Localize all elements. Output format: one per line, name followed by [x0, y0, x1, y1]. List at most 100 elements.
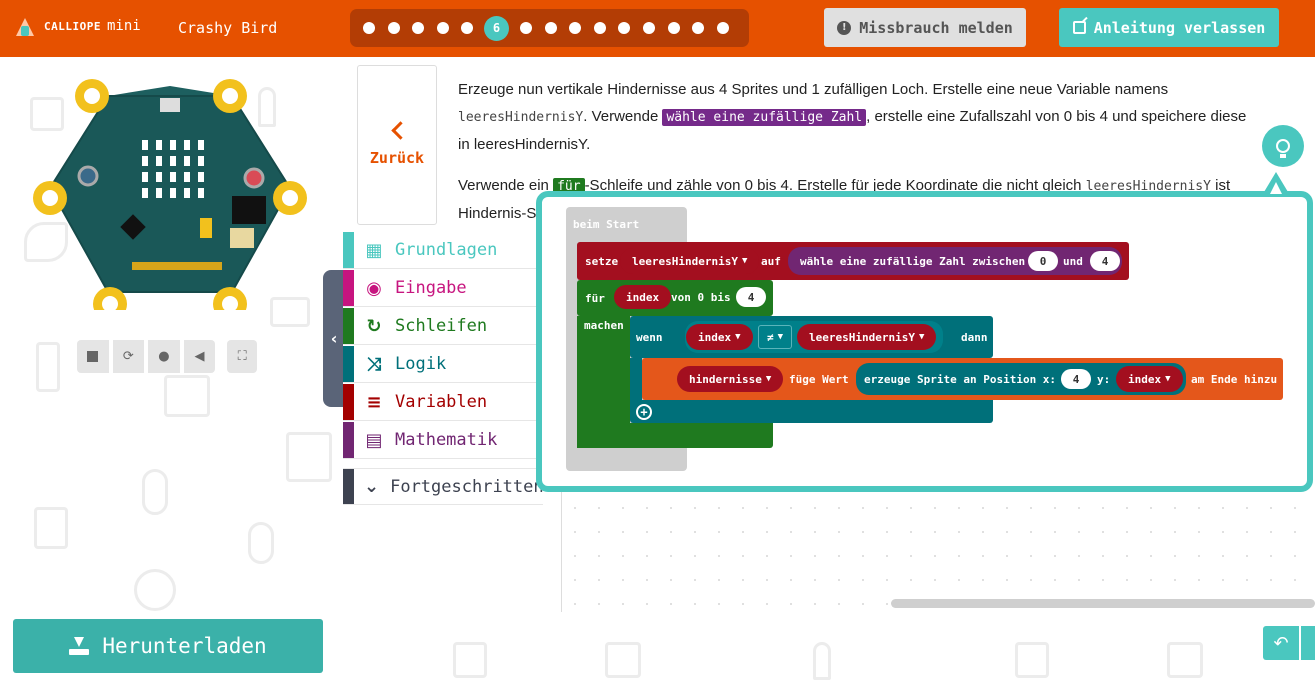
collapse-simulator-button[interactable]: ‹ — [323, 270, 345, 407]
if-side — [630, 358, 642, 400]
step-dot[interactable] — [667, 22, 680, 34]
random-min-input[interactable]: 0 — [1028, 251, 1058, 271]
speaker-icon: ◀ — [194, 349, 205, 364]
variable-dropdown[interactable]: leeresHindernisY ▼ — [620, 248, 760, 274]
fullscreen-button[interactable]: ⛶ — [227, 340, 258, 373]
hint-pointer-inner — [1270, 182, 1282, 194]
step-dot[interactable] — [544, 22, 557, 34]
loop-icon: ↻ — [366, 315, 382, 337]
hint-button[interactable] — [1262, 125, 1304, 167]
text-run: Verwende ein — [458, 177, 554, 194]
current-step-dot[interactable]: 6 — [483, 15, 509, 41]
variable-name: index — [1128, 372, 1162, 386]
report-abuse-button[interactable]: ! Missbrauch melden — [824, 8, 1026, 47]
snail-icon: ● — [158, 349, 170, 364]
index-variable[interactable]: index — [614, 285, 672, 309]
category-color-bar — [343, 232, 354, 268]
exit-tutorial-button[interactable]: Anleitung verlassen — [1059, 8, 1279, 47]
slow-motion-button[interactable]: ● — [148, 340, 180, 373]
battery-icon — [286, 432, 332, 482]
gear-icon — [134, 569, 176, 611]
index-dropdown[interactable]: index ▼ — [686, 324, 753, 350]
step-dot[interactable] — [363, 22, 375, 34]
step-dot[interactable] — [461, 22, 474, 34]
step-dot[interactable] — [642, 22, 655, 34]
index-dropdown[interactable]: index ▼ — [1116, 366, 1183, 392]
step-dot[interactable] — [716, 22, 729, 34]
workspace-scrollbar[interactable] — [891, 599, 1315, 608]
tutorial-step-indicator: 6 — [350, 9, 749, 47]
download-icon — [69, 637, 90, 655]
operator-symbol: ≠ — [766, 330, 774, 344]
calliope-board-simulator[interactable] — [32, 78, 308, 321]
step-dot[interactable] — [692, 22, 705, 34]
category-label: Grundlagen — [395, 240, 498, 260]
bottom-background — [343, 612, 1315, 681]
chip-icon — [605, 642, 641, 678]
block-label: wenn — [636, 330, 663, 344]
category-color-bar — [343, 346, 354, 382]
operator-dropdown[interactable]: ≠ ▼ — [758, 325, 792, 349]
category-label: Variablen — [395, 392, 488, 412]
from-to-label: von 0 bis — [671, 291, 731, 304]
external-link-icon — [1072, 21, 1086, 34]
back-button[interactable]: Zurück — [357, 65, 437, 225]
restart-button[interactable]: ⟳ — [112, 340, 145, 373]
brand-logo[interactable]: CALLIOPE mini — [14, 14, 141, 38]
for-max-input[interactable]: 4 — [736, 287, 766, 307]
download-button[interactable]: Herunterladen — [13, 619, 323, 673]
stop-button[interactable] — [77, 340, 109, 373]
category-variables[interactable]: ≡ Variablen — [343, 384, 543, 421]
list-icon — [1015, 642, 1049, 678]
step-dot[interactable] — [519, 22, 532, 34]
refresh-icon: ⟳ — [122, 349, 134, 364]
variable-name: leeresHindernisY — [809, 330, 915, 344]
step-dot[interactable] — [412, 22, 425, 34]
redo-button[interactable] — [1301, 626, 1315, 660]
instruction-paragraph: Erzeuge nun vertikale Hindernisse aus 4 … — [458, 76, 1258, 158]
led-icon — [813, 642, 831, 680]
calliope-logo-icon — [14, 14, 36, 38]
block-label: für — [585, 291, 605, 305]
plus-icon[interactable]: + — [636, 403, 652, 420]
chip-icon — [1167, 642, 1203, 678]
project-name: Crashy Bird — [178, 19, 278, 37]
mute-button[interactable]: ◀ — [183, 340, 216, 373]
then-label: dann — [961, 331, 988, 344]
caret-down-icon: ▼ — [741, 256, 748, 266]
block-label: erzeuge Sprite an Position x: — [864, 372, 1057, 386]
inline-code: leeresHindernisY — [458, 110, 584, 125]
step-dot[interactable] — [593, 22, 606, 34]
category-advanced[interactable]: ⌄ Fortgeschritten — [343, 468, 544, 505]
lines-icon: ≡ — [366, 391, 382, 413]
category-input[interactable]: ◉ Eingabe — [343, 270, 543, 307]
list-variable-dropdown[interactable]: hindernisse ▼ — [677, 366, 784, 392]
category-loops[interactable]: ↻ Schleifen — [343, 308, 543, 345]
chevron-left-icon: ‹ — [330, 329, 338, 348]
caret-down-icon: ▼ — [1165, 374, 1171, 384]
download-label: Herunterladen — [102, 634, 267, 658]
block-label: machen — [584, 319, 624, 332]
step-dot[interactable] — [569, 22, 582, 34]
block-label: wähle eine zufällige Zahl zwischen — [800, 254, 1026, 268]
block-reference: wähle eine zufällige Zahl — [662, 109, 867, 126]
fullscreen-icon: ⛶ — [237, 349, 247, 364]
sprite-x-input[interactable]: 4 — [1061, 369, 1091, 389]
step-dot[interactable] — [436, 22, 449, 34]
category-logic[interactable]: ⤨ Logik — [343, 346, 543, 383]
variable-dropdown[interactable]: leeresHindernisY ▼ — [797, 324, 937, 350]
and-label: und — [1063, 255, 1083, 268]
copy-icon — [34, 507, 68, 549]
category-label: Logik — [395, 354, 447, 374]
exit-label: Anleitung verlassen — [1093, 18, 1266, 37]
caret-down-icon: ▼ — [918, 332, 925, 342]
category-label: Fortgeschritten — [390, 476, 544, 497]
category-color-bar — [343, 384, 354, 420]
variable-name: leeresHindernisY — [632, 254, 738, 268]
step-dot[interactable] — [618, 22, 631, 34]
to-label: auf — [761, 255, 781, 268]
undo-button[interactable]: ↶ — [1263, 626, 1299, 660]
random-max-input[interactable]: 4 — [1090, 251, 1120, 271]
category-math[interactable]: ▤ Mathematik — [343, 422, 543, 459]
step-dot[interactable] — [387, 22, 400, 34]
